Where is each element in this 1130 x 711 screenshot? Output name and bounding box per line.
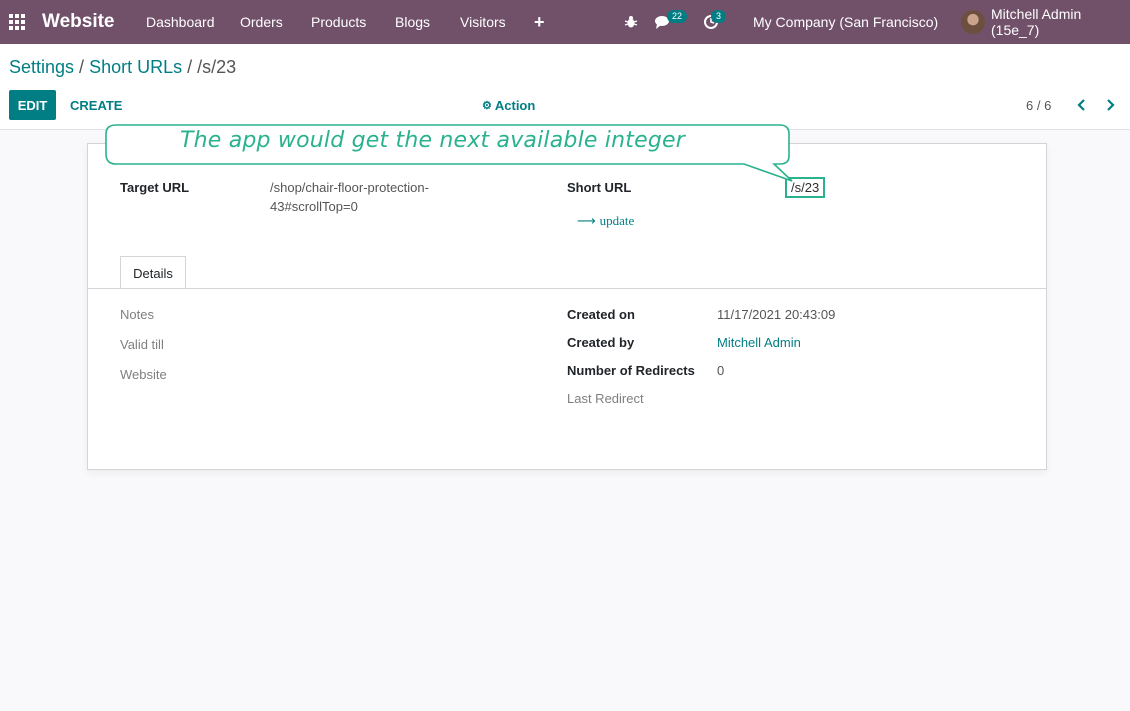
top-navbar: Website Dashboard Orders Products Blogs … bbox=[0, 0, 1130, 44]
gear-icon: ⚙ bbox=[482, 99, 492, 112]
target-url-line-2: 43#scrollTop=0 bbox=[270, 199, 358, 214]
valid-till-label: Valid till bbox=[120, 337, 164, 352]
created-by-link[interactable]: Mitchell Admin bbox=[717, 333, 801, 352]
action-dropdown[interactable]: ⚙ Action bbox=[482, 90, 535, 120]
bug-icon[interactable] bbox=[624, 0, 638, 44]
created-on-value: 11/17/2021 20:43:09 bbox=[717, 307, 836, 322]
redirects-label: Number of Redirects bbox=[567, 363, 695, 378]
control-panel: Settings / Short URLs / /s/23 EDIT CREAT… bbox=[0, 44, 1130, 130]
breadcrumb-separator: / bbox=[74, 57, 90, 77]
website-label: Website bbox=[120, 367, 167, 382]
callout-text: The app would get the next available int… bbox=[180, 128, 685, 153]
tab-details[interactable]: Details bbox=[120, 256, 186, 289]
menu-item-visitors[interactable]: Visitors bbox=[460, 0, 506, 44]
breadcrumb-separator: / bbox=[182, 57, 198, 77]
company-switcher[interactable]: My Company (San Francisco) bbox=[753, 0, 938, 44]
menu-item-orders[interactable]: Orders bbox=[240, 0, 283, 44]
pager-previous-icon[interactable] bbox=[1073, 90, 1091, 120]
breadcrumb-current: /s/23 bbox=[197, 57, 237, 77]
app-brand[interactable]: Website bbox=[42, 0, 115, 44]
last-redirect-label: Last Redirect bbox=[567, 391, 644, 406]
edit-button[interactable]: EDIT bbox=[9, 90, 56, 120]
annotation-callout: The app would get the next available int… bbox=[104, 124, 793, 182]
update-label: update bbox=[599, 213, 635, 228]
apps-menu-icon[interactable] bbox=[9, 0, 27, 44]
tab-divider bbox=[88, 288, 1046, 289]
breadcrumb-short-urls[interactable]: Short URLs bbox=[89, 57, 182, 77]
menu-item-blogs[interactable]: Blogs bbox=[395, 0, 430, 44]
created-by-label: Created by bbox=[567, 335, 635, 350]
pager-value[interactable]: 6 / 6 bbox=[1026, 90, 1051, 120]
plus-icon[interactable]: + bbox=[534, 0, 545, 44]
breadcrumb: Settings / Short URLs / /s/23 bbox=[9, 57, 236, 78]
pager-next-icon[interactable] bbox=[1101, 90, 1119, 120]
breadcrumb-settings[interactable]: Settings bbox=[9, 57, 74, 77]
update-link[interactable]: ⟶ update bbox=[577, 213, 634, 229]
menu-item-dashboard[interactable]: Dashboard bbox=[146, 0, 215, 44]
action-label: Action bbox=[494, 97, 536, 113]
arrow-right-icon: ⟶ bbox=[577, 213, 596, 229]
notes-label: Notes bbox=[120, 307, 154, 322]
activities-count-badge: 3 bbox=[711, 10, 727, 23]
redirects-value: 0 bbox=[717, 363, 725, 378]
messages-count-badge: 22 bbox=[667, 10, 688, 23]
avatar[interactable] bbox=[961, 0, 985, 44]
menu-item-products[interactable]: Products bbox=[311, 0, 366, 44]
user-menu[interactable]: Mitchell Admin (15e_7) bbox=[991, 0, 1130, 44]
create-button[interactable]: CREATE bbox=[64, 90, 128, 120]
form-sheet: Target URL /shop/chair-floor-protection-… bbox=[87, 143, 1047, 470]
created-on-label: Created on bbox=[567, 307, 635, 322]
